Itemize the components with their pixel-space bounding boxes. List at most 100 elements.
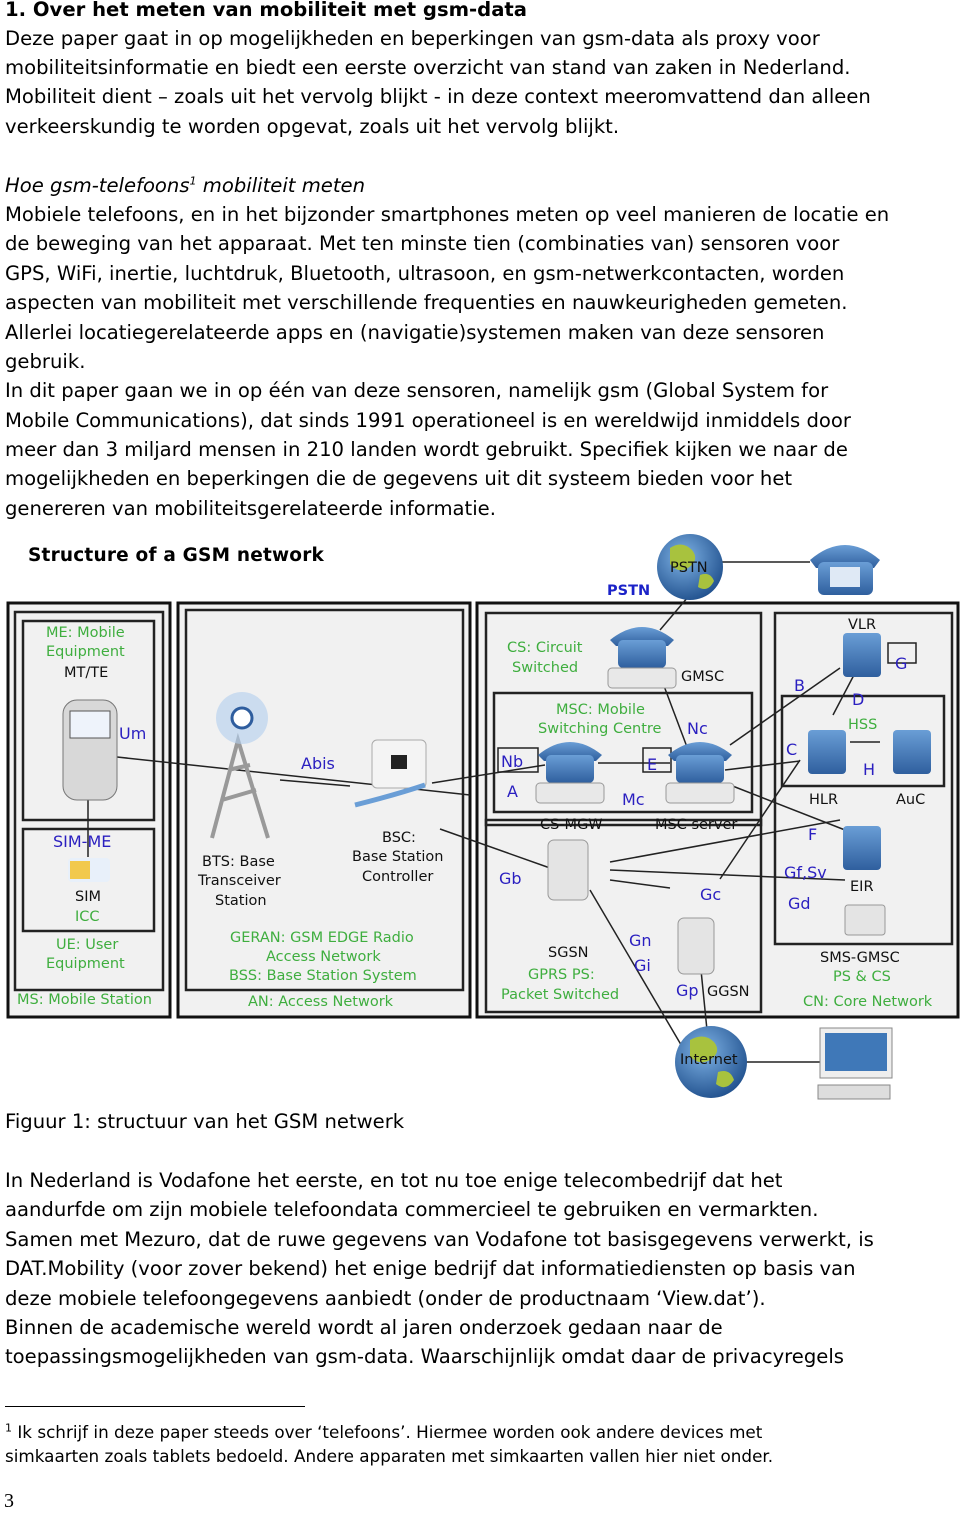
label-gf-sv: Gf,Sv — [784, 863, 827, 882]
label-cs-mgw: CS-MGW — [540, 817, 603, 833]
label-icc: ICC — [75, 909, 100, 925]
label-sim: SIM — [75, 889, 101, 905]
footnote-text: simkaarten zoals tablets bedoeld. Andere… — [5, 1446, 774, 1466]
label-msc: Switching Centre — [538, 721, 662, 737]
label-msc: MSC: Mobile — [556, 702, 645, 718]
footnote: 1 Ik schrijf in deze paper steeds over ‘… — [5, 1422, 762, 1442]
label-b: B — [794, 676, 805, 695]
label-e: E — [647, 755, 658, 774]
mobile-phone-icon — [62, 699, 118, 801]
label-hss: HSS — [848, 717, 878, 733]
label-ps-cs: PS & CS — [833, 969, 891, 985]
text-line: aspecten van mobiliteit met verschillend… — [5, 291, 848, 314]
text-line: gebruik. — [5, 350, 86, 373]
text-line: meer dan 3 miljard mensen in 210 landen … — [5, 438, 848, 461]
bts-tower-icon — [210, 732, 270, 839]
text-line: de beweging van het apparaat. Met ten mi… — [5, 232, 840, 255]
label-geran: GERAN: GSM EDGE Radio — [230, 930, 414, 946]
text-line: Mobiliteit dient – zoals uit het vervolg… — [5, 85, 871, 108]
label-c: C — [786, 740, 798, 759]
subheading: Hoe gsm-telefoons1 mobiliteit meten — [5, 174, 365, 198]
label-ggsn: GGSN — [707, 984, 750, 1000]
text-line: deze mobiele telefoongegevens aanbiedt (… — [5, 1287, 766, 1310]
text-line: GPS, WiFi, inertie, luchtdruk, Bluetooth… — [5, 262, 845, 285]
label-ue: Equipment — [46, 956, 125, 972]
label-abis: Abis — [301, 754, 335, 773]
label-an: AN: Access Network — [248, 994, 394, 1010]
label-pstn: PSTN — [607, 583, 651, 599]
label-ms: MS: Mobile Station — [17, 992, 152, 1008]
text-line: aandurfde om zijn mobiele telefoondata c… — [5, 1198, 819, 1221]
label-gmsc: GMSC — [681, 669, 725, 685]
text-line: Deze paper gaat in op mogelijkheden en b… — [5, 27, 820, 50]
label-internet: Internet — [680, 1052, 738, 1068]
label-bts: BTS: Base — [202, 854, 275, 870]
label-bsc: Controller — [362, 869, 434, 885]
diagram-title: Structure of a GSM network — [28, 545, 325, 566]
text-line: toepassingsmogelijkheden van gsm-data. W… — [5, 1345, 845, 1368]
label-sgsn: SGSN — [548, 945, 589, 961]
label-pstn-globe: PSTN — [670, 560, 708, 576]
label-bts: Station — [215, 893, 267, 909]
label-mc: Mc — [622, 790, 645, 809]
label-msc-server: MSC server — [655, 817, 738, 833]
label-gb: Gb — [499, 869, 522, 888]
label-d: D — [852, 690, 865, 709]
label-h: H — [863, 760, 876, 779]
label-f: F — [808, 825, 818, 844]
footnote-text: Ik schrijf in deze paper steeds over ‘te… — [12, 1422, 763, 1442]
section-heading: 1. Over het meten van mobiliteit met gsm… — [5, 0, 527, 21]
label-sms-gmsc: SMS-GMSC — [820, 950, 900, 966]
label-nb: Nb — [501, 752, 524, 771]
text-line: verkeerskundig te worden opgevat, zoals … — [5, 115, 620, 138]
label-cn: CN: Core Network — [803, 994, 933, 1010]
label-g: G — [895, 654, 908, 673]
text-line: Binnen de academische wereld wordt al ja… — [5, 1316, 723, 1339]
label-gp: Gp — [676, 981, 699, 1000]
footnote-divider — [5, 1406, 305, 1407]
text-line: Allerlei locatiegerelateerde apps en (na… — [5, 321, 825, 344]
figure-caption: Figuur 1: structuur van het GSM netwerk — [5, 1110, 405, 1133]
page-number: 3 — [4, 1490, 14, 1512]
text-line: Mobile Communications), dat sinds 1991 o… — [5, 409, 851, 432]
telephone-icon — [810, 545, 880, 595]
label-eir: EIR — [850, 879, 874, 895]
label-bss: BSS: Base Station System — [229, 968, 417, 984]
label-geran: Access Network — [266, 949, 381, 965]
label-me: Equipment — [46, 644, 125, 660]
label-vlr: VLR — [848, 617, 877, 633]
footnote-mark: 1 — [5, 1421, 12, 1435]
text-line: In Nederland is Vodafone het eerste, en … — [5, 1169, 783, 1192]
label-cs: CS: Circuit — [507, 640, 583, 656]
label-bsc: BSC: — [382, 830, 416, 846]
text-line: mobiliteitsinformatie en biedt een eerst… — [5, 56, 851, 79]
text-line: Samen met Mezuro, dat de ruwe gegevens v… — [5, 1228, 874, 1251]
bsc-icon — [371, 739, 427, 789]
subheading-text: Hoe gsm-telefoons — [5, 174, 190, 197]
label-hlr: HLR — [809, 792, 839, 808]
label-gc: Gc — [700, 885, 722, 904]
label-ue: UE: User — [56, 937, 119, 953]
label-bsc: Base Station — [352, 849, 444, 865]
label-gprs: GPRS PS: — [528, 967, 595, 983]
label-me: ME: Mobile — [46, 625, 125, 641]
computer-icon — [817, 1027, 893, 1100]
subheading-text-rest: mobiliteit meten — [196, 174, 366, 197]
label-gn: Gn — [629, 931, 652, 950]
label-gd: Gd — [788, 894, 811, 913]
text-line: DAT.Mobility (voor zover bekend) het eni… — [5, 1257, 856, 1280]
label-bts: Transceiver — [198, 873, 281, 889]
text-line: Mobiele telefoons, en in het bijzonder s… — [5, 203, 890, 226]
sim-card-icon — [68, 858, 110, 882]
label-um: Um — [119, 724, 147, 743]
label-sim-me: SIM-ME — [53, 832, 112, 851]
label-gi: Gi — [634, 956, 651, 975]
text-line: genereren van mobiliteitsgerelateerde in… — [5, 497, 496, 520]
label-gprs: Packet Switched — [501, 987, 620, 1003]
label-nc: Nc — [687, 719, 708, 738]
label-a: A — [507, 782, 518, 801]
label-cs: Switched — [512, 660, 579, 676]
text-line: mogelijkheden en beperkingen die de gege… — [5, 467, 793, 490]
label-auc: AuC — [896, 792, 926, 808]
label-mtte: MT/TE — [64, 665, 109, 681]
